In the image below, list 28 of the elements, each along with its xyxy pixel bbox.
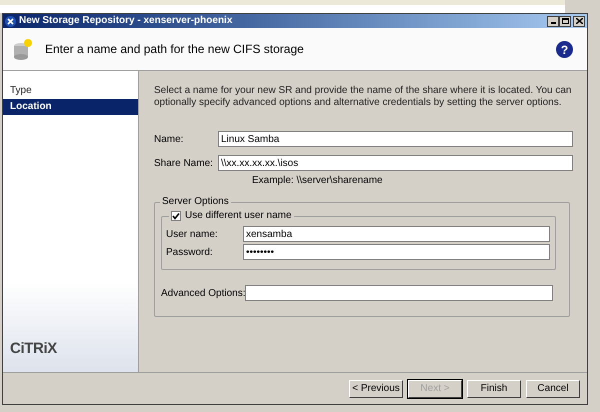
share-name-field[interactable]: \\xx.xx.xx.xx.\isos [218, 155, 573, 171]
example-text: Example: \\server\sharename [252, 174, 384, 188]
share-name-label: Share Name: [154, 156, 214, 170]
password-field[interactable]: •••••••• [243, 244, 550, 260]
name-field[interactable]: Linux Samba [218, 131, 573, 147]
advanced-options-label: Advanced Options: [161, 286, 245, 300]
citrix-logo: CiTRiX [10, 338, 58, 358]
advanced-options-field[interactable] [245, 285, 553, 301]
dialog-button[interactable]: < Previous [349, 380, 403, 398]
help-icon[interactable]: ? [556, 40, 573, 58]
intro-text: Select a name for your new SR and provide the name of the share where it is located. You can optionally specify advanced options and alternative credentials by setting the server options. [154, 85, 572, 109]
checkbox-label: Use different user name [185, 210, 292, 222]
storage-icon [13, 38, 33, 60]
user-name-label: User name: [166, 228, 219, 242]
maximize-button[interactable] [559, 16, 571, 26]
minimize-button[interactable] [547, 16, 559, 26]
user-name-field[interactable]: xensamba [243, 226, 550, 242]
checkbox[interactable] [171, 211, 181, 221]
window-title: New Storage Repository - xenserver-phoenix [19, 16, 232, 26]
name-label: Name: [154, 132, 184, 146]
dialog-button[interactable]: Finish [467, 380, 521, 398]
dialog-button[interactable]: Cancel [526, 380, 580, 398]
sidebar-item[interactable]: Location [3, 99, 138, 115]
group-title: Server Options [160, 196, 231, 208]
password-label: Password: [166, 246, 214, 260]
close-button[interactable] [573, 16, 585, 26]
header-title: Enter a name and path for the new CIFS storage [45, 41, 304, 58]
sidebar-item[interactable]: Type [3, 83, 138, 99]
